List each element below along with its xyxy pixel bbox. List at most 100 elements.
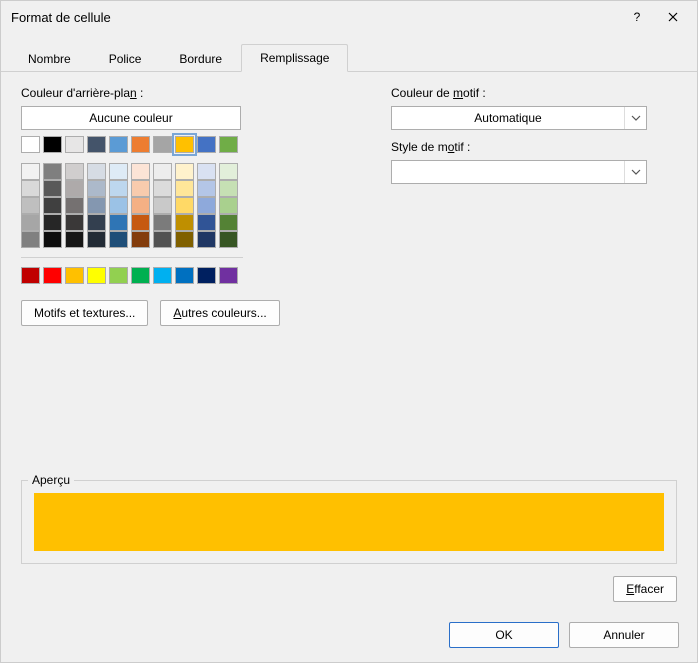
color-swatch[interactable] xyxy=(153,163,172,180)
color-swatch[interactable] xyxy=(131,180,150,197)
color-swatch[interactable] xyxy=(109,197,128,214)
color-swatch[interactable] xyxy=(65,197,84,214)
color-swatch[interactable] xyxy=(87,267,106,284)
color-swatch[interactable] xyxy=(131,136,150,153)
dialog-title: Format de cellule xyxy=(11,10,619,25)
color-swatch[interactable] xyxy=(43,197,62,214)
chevron-down-icon xyxy=(624,107,646,129)
color-swatch[interactable] xyxy=(197,197,216,214)
color-swatch[interactable] xyxy=(109,231,128,248)
color-swatch[interactable] xyxy=(109,136,128,153)
color-swatch[interactable] xyxy=(43,180,62,197)
color-swatch[interactable] xyxy=(219,197,238,214)
pattern-color-select[interactable]: Automatique xyxy=(391,106,647,130)
clear-button[interactable]: Effacer xyxy=(613,576,677,602)
no-color-button[interactable]: Aucune couleur xyxy=(21,106,241,130)
chevron-down-icon xyxy=(624,161,646,183)
color-swatch[interactable] xyxy=(219,163,238,180)
pattern-color-value: Automatique xyxy=(392,111,624,125)
pattern-style-select[interactable] xyxy=(391,160,647,184)
color-swatch[interactable] xyxy=(175,214,194,231)
color-swatch[interactable] xyxy=(175,136,194,153)
color-swatch[interactable] xyxy=(109,214,128,231)
background-color-label: Couleur d'arrière-plan : xyxy=(21,86,341,100)
color-swatch[interactable] xyxy=(21,267,40,284)
color-swatch[interactable] xyxy=(21,163,40,180)
palette-separator xyxy=(21,257,243,258)
color-swatch[interactable] xyxy=(175,267,194,284)
help-button[interactable]: ? xyxy=(619,3,655,31)
color-swatch[interactable] xyxy=(43,231,62,248)
pattern-style-label: Style de motif : xyxy=(391,140,677,154)
color-swatch[interactable] xyxy=(43,136,62,153)
color-swatch[interactable] xyxy=(65,136,84,153)
color-swatch[interactable] xyxy=(87,214,106,231)
color-swatch[interactable] xyxy=(21,231,40,248)
color-swatch[interactable] xyxy=(219,231,238,248)
color-swatch[interactable] xyxy=(197,136,216,153)
color-swatch[interactable] xyxy=(219,267,238,284)
tab-bordure[interactable]: Bordure xyxy=(160,45,241,72)
color-swatch[interactable] xyxy=(197,180,216,197)
cancel-button[interactable]: Annuler xyxy=(569,622,679,648)
color-swatch[interactable] xyxy=(131,231,150,248)
tab-nombre[interactable]: Nombre xyxy=(9,45,90,72)
color-swatch[interactable] xyxy=(131,267,150,284)
preview-swatch xyxy=(34,493,664,551)
color-swatch[interactable] xyxy=(65,231,84,248)
dialog-footer: OK Annuler xyxy=(1,612,697,662)
color-swatch[interactable] xyxy=(175,163,194,180)
color-swatch[interactable] xyxy=(153,197,172,214)
color-swatch[interactable] xyxy=(131,214,150,231)
color-swatch[interactable] xyxy=(87,231,106,248)
color-swatch[interactable] xyxy=(219,180,238,197)
color-swatch[interactable] xyxy=(87,163,106,180)
preview-label: Aperçu xyxy=(28,473,74,487)
color-swatch[interactable] xyxy=(109,180,128,197)
color-swatch[interactable] xyxy=(21,197,40,214)
color-swatch[interactable] xyxy=(175,197,194,214)
color-swatch[interactable] xyxy=(87,136,106,153)
color-swatch[interactable] xyxy=(153,136,172,153)
color-swatch[interactable] xyxy=(131,197,150,214)
more-colors-button[interactable]: Autres couleurs... xyxy=(160,300,279,326)
color-swatch[interactable] xyxy=(65,267,84,284)
tab-remplissage[interactable]: Remplissage xyxy=(241,44,348,72)
color-swatch[interactable] xyxy=(21,180,40,197)
color-swatch[interactable] xyxy=(153,180,172,197)
color-swatch[interactable] xyxy=(109,163,128,180)
right-panel: Couleur de motif : Automatique Style de … xyxy=(391,86,677,326)
color-swatch[interactable] xyxy=(153,214,172,231)
color-swatch[interactable] xyxy=(175,180,194,197)
fill-effects-button[interactable]: Motifs et textures... xyxy=(21,300,148,326)
color-swatch[interactable] xyxy=(65,163,84,180)
color-palette xyxy=(21,136,271,284)
color-swatch[interactable] xyxy=(43,163,62,180)
color-swatch[interactable] xyxy=(219,214,238,231)
color-swatch[interactable] xyxy=(21,136,40,153)
color-swatch[interactable] xyxy=(197,214,216,231)
color-swatch[interactable] xyxy=(197,163,216,180)
color-swatch[interactable] xyxy=(43,267,62,284)
color-swatch[interactable] xyxy=(87,197,106,214)
color-swatch[interactable] xyxy=(21,214,40,231)
color-swatch[interactable] xyxy=(65,180,84,197)
ok-button[interactable]: OK xyxy=(449,622,559,648)
color-swatch[interactable] xyxy=(153,231,172,248)
color-swatch[interactable] xyxy=(219,136,238,153)
color-swatch[interactable] xyxy=(65,214,84,231)
close-button[interactable] xyxy=(655,3,691,31)
color-swatch[interactable] xyxy=(175,231,194,248)
color-swatch[interactable] xyxy=(87,180,106,197)
color-swatch[interactable] xyxy=(197,231,216,248)
titlebar: Format de cellule ? xyxy=(1,1,697,33)
format-cells-dialog: Format de cellule ? NombrePoliceBordureR… xyxy=(0,0,698,663)
color-swatch[interactable] xyxy=(109,267,128,284)
color-swatch[interactable] xyxy=(197,267,216,284)
color-swatch[interactable] xyxy=(43,214,62,231)
help-icon: ? xyxy=(634,10,641,24)
tab-police[interactable]: Police xyxy=(90,45,161,72)
tabs: NombrePoliceBordureRemplissage xyxy=(1,33,697,72)
color-swatch[interactable] xyxy=(153,267,172,284)
color-swatch[interactable] xyxy=(131,163,150,180)
